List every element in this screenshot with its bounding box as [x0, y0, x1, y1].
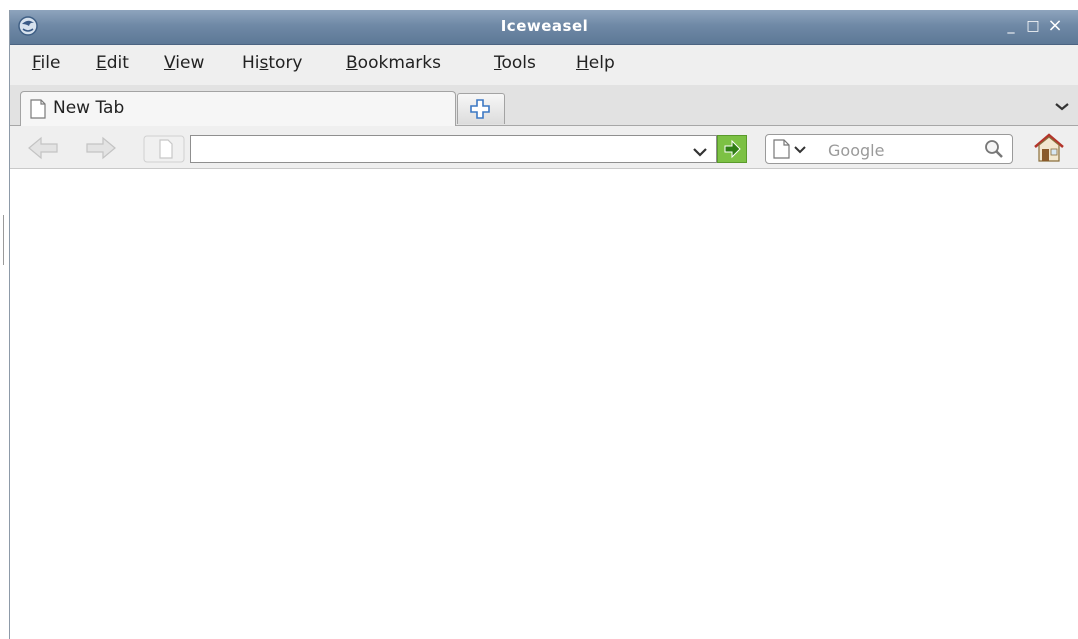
tab-label: New Tab: [53, 98, 125, 118]
title-bar[interactable]: Iceweasel _ □ ×: [10, 10, 1078, 45]
tab-strip: New Tab: [10, 85, 1078, 126]
chevron-down-icon: [692, 143, 708, 162]
close-button[interactable]: ×: [1046, 17, 1064, 35]
screen: Iceweasel _ □ × File Edit View History B…: [0, 0, 1078, 639]
menu-bookmarks-rest: ookmarks: [357, 53, 441, 73]
url-bar[interactable]: [190, 135, 717, 163]
search-bar[interactable]: [765, 134, 1013, 164]
browser-window: Iceweasel _ □ × File Edit View History B…: [9, 10, 1078, 639]
page-identity-button[interactable]: [142, 134, 186, 168]
desktop-edge-mark: [3, 215, 8, 265]
menu-file-mnemonic: F: [32, 53, 41, 73]
minimize-button[interactable]: _: [1002, 17, 1020, 35]
menu-bookmarks[interactable]: Bookmarks: [346, 53, 441, 73]
search-engine-selector[interactable]: [770, 138, 822, 160]
tab-list-button[interactable]: [1051, 95, 1073, 117]
chevron-down-icon: [1051, 102, 1073, 121]
menu-tools[interactable]: Tools: [494, 53, 536, 73]
window-title: Iceweasel: [500, 17, 589, 35]
back-button[interactable]: [26, 134, 60, 166]
desktop-background: [0, 0, 9, 639]
tab-new-tab[interactable]: New Tab: [20, 91, 456, 126]
new-tab-button[interactable]: [457, 93, 505, 124]
document-icon: [29, 99, 47, 123]
search-input[interactable]: [826, 138, 970, 162]
forward-arrow-icon: [84, 136, 118, 166]
menu-edit[interactable]: Edit: [96, 53, 129, 73]
url-input[interactable]: [195, 138, 679, 162]
page-icon: [142, 135, 186, 168]
menu-edit-mnemonic: E: [96, 53, 107, 73]
menu-file-rest: ile: [40, 53, 61, 73]
magnifier-icon: [982, 140, 1006, 164]
menu-tools-mnemonic: T: [494, 53, 502, 73]
back-arrow-icon: [26, 136, 60, 166]
menu-history[interactable]: History: [242, 53, 303, 73]
menu-view[interactable]: View: [164, 53, 204, 73]
go-arrow-icon: [718, 139, 746, 166]
url-history-dropdown[interactable]: [692, 143, 708, 162]
home-button[interactable]: [1032, 131, 1066, 169]
page-content-area[interactable]: [10, 169, 1078, 639]
search-button[interactable]: [982, 138, 1006, 164]
forward-button[interactable]: [84, 134, 118, 166]
home-icon: [1032, 133, 1066, 169]
menu-view-mnemonic: V: [164, 53, 176, 73]
menu-history-start: Hi: [242, 53, 260, 73]
menu-bookmarks-mnemonic: B: [346, 53, 358, 73]
menu-view-rest: iew: [175, 53, 205, 73]
menu-bar: File Edit View History Bookmarks Tools H…: [10, 45, 1078, 85]
menu-help-rest: elp: [588, 53, 615, 73]
menu-tools-rest: ools: [501, 53, 536, 73]
menu-history-rest: tory: [268, 53, 303, 73]
menu-help-mnemonic: H: [576, 53, 589, 73]
go-button[interactable]: [717, 135, 747, 163]
menu-file[interactable]: File: [32, 53, 60, 73]
maximize-button[interactable]: □: [1024, 17, 1042, 35]
menu-help[interactable]: Help: [576, 53, 615, 73]
menu-edit-rest: dit: [106, 53, 129, 73]
navigation-toolbar: [10, 126, 1078, 169]
